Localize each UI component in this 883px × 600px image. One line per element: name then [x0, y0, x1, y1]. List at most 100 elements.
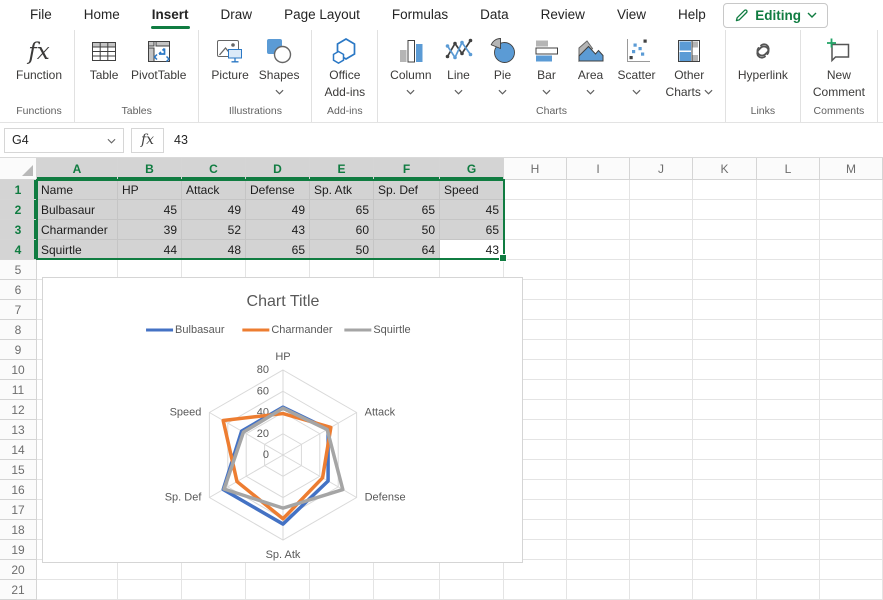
cell-K2[interactable]	[693, 200, 757, 220]
cell-H21[interactable]	[504, 580, 567, 600]
cell-C4[interactable]: 48	[182, 240, 246, 260]
menu-tab-review[interactable]: Review	[525, 0, 601, 30]
row-header-10[interactable]: 10	[0, 360, 37, 380]
cell-D1[interactable]: Defense	[246, 180, 310, 200]
cell-C3[interactable]: 52	[182, 220, 246, 240]
cell-J21[interactable]	[630, 580, 693, 600]
cell-J6[interactable]	[630, 280, 693, 300]
editing-mode-button[interactable]: Editing	[723, 3, 828, 28]
cell-K21[interactable]	[693, 580, 757, 600]
cell-I1[interactable]	[567, 180, 630, 200]
cell-E4[interactable]: 50	[310, 240, 374, 260]
cell-G21[interactable]	[440, 580, 504, 600]
cell-H20[interactable]	[504, 560, 567, 580]
cell-M21[interactable]	[820, 580, 883, 600]
col-header-I[interactable]: I	[567, 158, 630, 180]
cell-B1[interactable]: HP	[118, 180, 182, 200]
row-header-12[interactable]: 12	[0, 400, 37, 420]
cell-K13[interactable]	[693, 420, 757, 440]
cell-M13[interactable]	[820, 420, 883, 440]
row-header-14[interactable]: 14	[0, 440, 37, 460]
cell-I10[interactable]	[567, 360, 630, 380]
cell-K4[interactable]	[693, 240, 757, 260]
cell-F1[interactable]: Sp. Def	[374, 180, 440, 200]
radar-chart-object[interactable]: Chart TitleBulbasaurCharmanderSquirtle02…	[42, 277, 523, 563]
cell-M19[interactable]	[820, 540, 883, 560]
cell-B4[interactable]: 44	[118, 240, 182, 260]
row-header-18[interactable]: 18	[0, 520, 37, 540]
cell-B3[interactable]: 39	[118, 220, 182, 240]
row-header-1[interactable]: 1	[0, 180, 37, 200]
menu-tab-help[interactable]: Help	[662, 0, 722, 30]
cell-D21[interactable]	[246, 580, 310, 600]
cell-E3[interactable]: 60	[310, 220, 374, 240]
cell-M15[interactable]	[820, 460, 883, 480]
cell-I7[interactable]	[567, 300, 630, 320]
cell-J20[interactable]	[630, 560, 693, 580]
cell-M7[interactable]	[820, 300, 883, 320]
cell-J7[interactable]	[630, 300, 693, 320]
col-header-C[interactable]: C	[182, 158, 246, 180]
row-header-6[interactable]: 6	[0, 280, 37, 300]
cell-K1[interactable]	[693, 180, 757, 200]
cell-L21[interactable]	[757, 580, 820, 600]
cell-C1[interactable]: Attack	[182, 180, 246, 200]
cell-H2[interactable]	[504, 200, 567, 220]
menu-tab-home[interactable]: Home	[68, 0, 136, 30]
cell-J3[interactable]	[630, 220, 693, 240]
cell-B2[interactable]: 45	[118, 200, 182, 220]
cell-C2[interactable]: 49	[182, 200, 246, 220]
cell-J12[interactable]	[630, 400, 693, 420]
cell-J1[interactable]	[630, 180, 693, 200]
cell-M8[interactable]	[820, 320, 883, 340]
cell-J19[interactable]	[630, 540, 693, 560]
row-header-4[interactable]: 4	[0, 240, 37, 260]
cell-C20[interactable]	[182, 560, 246, 580]
cell-I13[interactable]	[567, 420, 630, 440]
cell-L20[interactable]	[757, 560, 820, 580]
row-header-19[interactable]: 19	[0, 540, 37, 560]
cell-I8[interactable]	[567, 320, 630, 340]
cell-L7[interactable]	[757, 300, 820, 320]
menu-tab-page-layout[interactable]: Page Layout	[268, 0, 376, 30]
cell-F4[interactable]: 64	[374, 240, 440, 260]
cell-M6[interactable]	[820, 280, 883, 300]
cell-L8[interactable]	[757, 320, 820, 340]
cell-J17[interactable]	[630, 500, 693, 520]
row-header-7[interactable]: 7	[0, 300, 37, 320]
cell-L2[interactable]	[757, 200, 820, 220]
cell-B20[interactable]	[118, 560, 182, 580]
cell-K16[interactable]	[693, 480, 757, 500]
cell-E21[interactable]	[310, 580, 374, 600]
hyperlink-button[interactable]: Hyperlink	[733, 30, 793, 84]
cell-M16[interactable]	[820, 480, 883, 500]
cell-I3[interactable]	[567, 220, 630, 240]
cell-M11[interactable]	[820, 380, 883, 400]
cell-M9[interactable]	[820, 340, 883, 360]
cell-L1[interactable]	[757, 180, 820, 200]
cell-I11[interactable]	[567, 380, 630, 400]
pie-button[interactable]: Pie	[481, 30, 525, 101]
col-header-G[interactable]: G	[440, 158, 504, 180]
cell-M18[interactable]	[820, 520, 883, 540]
col-header-E[interactable]: E	[310, 158, 374, 180]
cell-M10[interactable]	[820, 360, 883, 380]
cell-L16[interactable]	[757, 480, 820, 500]
row-header-17[interactable]: 17	[0, 500, 37, 520]
line-button[interactable]: Line	[437, 30, 481, 101]
cell-M14[interactable]	[820, 440, 883, 460]
cell-A20[interactable]	[37, 560, 118, 580]
cell-G3[interactable]: 65	[440, 220, 504, 240]
cell-I21[interactable]	[567, 580, 630, 600]
cell-A21[interactable]	[37, 580, 118, 600]
menu-tab-file[interactable]: File	[14, 0, 68, 30]
pivottable-button[interactable]: PivotTable	[126, 30, 191, 84]
col-header-J[interactable]: J	[630, 158, 693, 180]
cell-K17[interactable]	[693, 500, 757, 520]
cell-I17[interactable]	[567, 500, 630, 520]
cell-A1[interactable]: Name	[37, 180, 118, 200]
cell-L10[interactable]	[757, 360, 820, 380]
cell-K20[interactable]	[693, 560, 757, 580]
cell-J5[interactable]	[630, 260, 693, 280]
cell-F2[interactable]: 65	[374, 200, 440, 220]
